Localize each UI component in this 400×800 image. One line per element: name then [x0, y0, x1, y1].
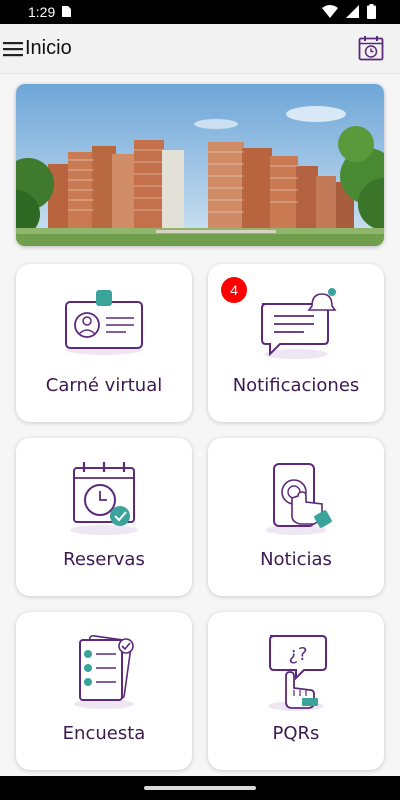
notification-count-badge: 4	[221, 277, 247, 303]
hamburger-menu-icon[interactable]	[3, 40, 23, 58]
status-time: 1:29	[28, 4, 56, 20]
sim-card-icon	[62, 6, 71, 17]
card-notificaciones[interactable]: 4 Notificaciones	[208, 264, 384, 422]
calendar-clock-icon[interactable]	[358, 35, 384, 61]
card-encuesta[interactable]: Encuesta	[16, 612, 192, 770]
app-bar: Inicio	[0, 24, 400, 74]
survey-checklist-icon	[74, 634, 134, 709]
home-gesture-handle[interactable]	[144, 786, 256, 790]
card-noticias[interactable]: Noticias	[208, 438, 384, 596]
card-label: Reservas	[63, 549, 145, 570]
wifi-icon	[322, 5, 338, 18]
building-banner-image	[16, 84, 384, 246]
card-label: Notificaciones	[232, 375, 360, 396]
card-label: Carné virtual	[45, 375, 163, 396]
page-title: Inicio	[25, 37, 72, 59]
card-reservas[interactable]: Reservas	[16, 438, 192, 596]
card-label: Encuesta	[62, 723, 146, 744]
card-pqrs[interactable]: ¿? PQRs	[208, 612, 384, 770]
id-card-icon	[65, 290, 143, 355]
question-hand-icon: ¿?	[268, 635, 327, 711]
battery-icon	[367, 4, 376, 19]
card-carne-virtual[interactable]: Carné virtual	[16, 264, 192, 422]
app-screen: Inicio Carné virtual 4 Notificaciones Re…	[0, 24, 400, 776]
status-icons	[322, 4, 376, 19]
card-label: PQRs	[272, 723, 320, 744]
phone-touch-icon	[266, 463, 332, 535]
card-label: Noticias	[260, 549, 332, 570]
system-nav-bar	[0, 776, 400, 800]
status-bar: 1:29	[0, 0, 400, 24]
signal-icon	[346, 5, 359, 18]
svg-text:¿?: ¿?	[288, 644, 307, 665]
notification-chat-icon	[261, 288, 337, 359]
calendar-check-icon	[70, 462, 138, 535]
apartment-towers-illustration	[16, 84, 384, 246]
